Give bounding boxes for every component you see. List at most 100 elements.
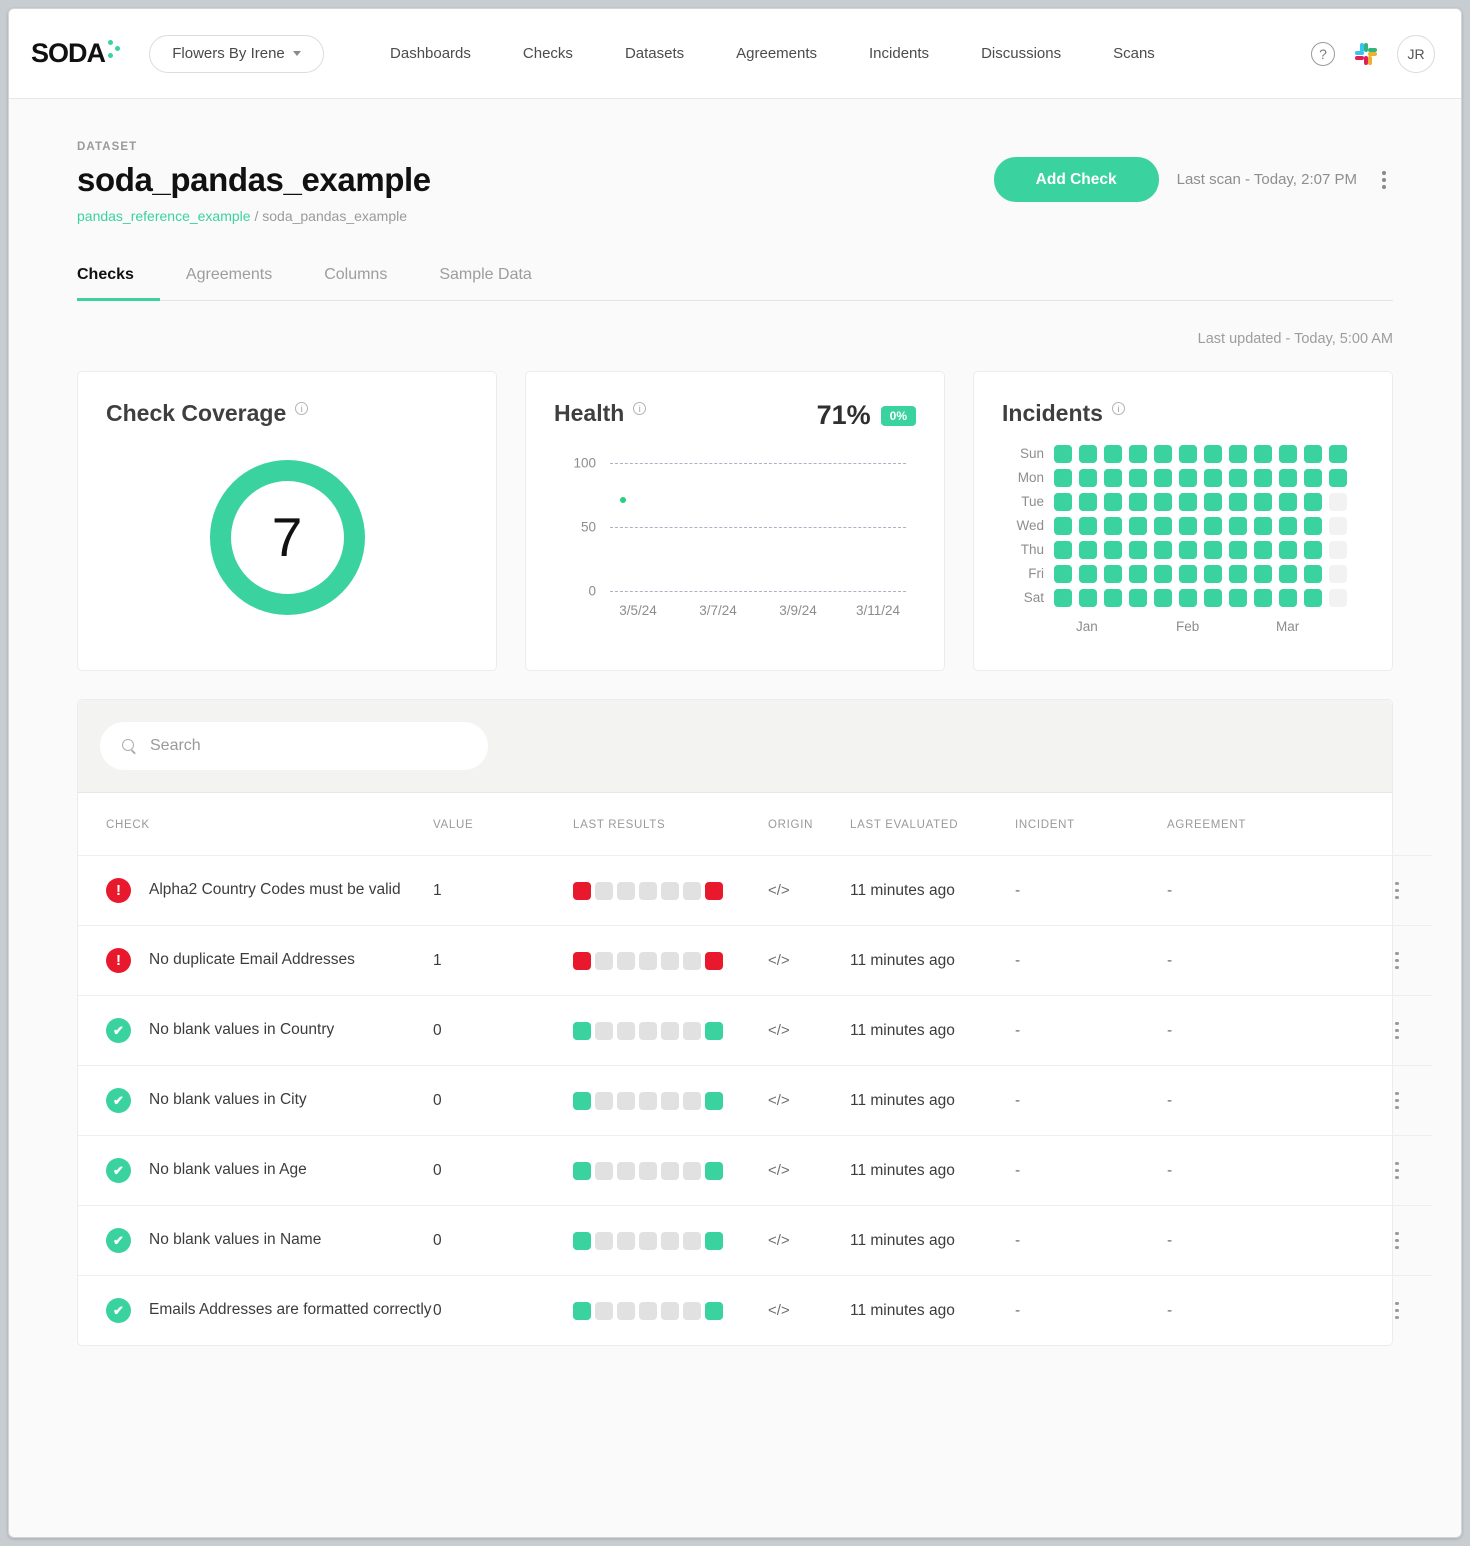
- heatmap-cell[interactable]: [1229, 589, 1247, 607]
- result-square[interactable]: [705, 1092, 723, 1110]
- heatmap-cell[interactable]: [1229, 445, 1247, 463]
- heatmap-cell[interactable]: [1154, 493, 1172, 511]
- heatmap-cell[interactable]: [1054, 445, 1072, 463]
- heatmap-cell[interactable]: [1129, 541, 1147, 559]
- heatmap-cell[interactable]: [1254, 541, 1272, 559]
- heatmap-cell[interactable]: [1254, 469, 1272, 487]
- heatmap-cell[interactable]: [1279, 445, 1297, 463]
- column-header-last-results[interactable]: LAST RESULTS: [573, 793, 768, 856]
- heatmap-cell[interactable]: [1129, 493, 1147, 511]
- row-overflow-menu-icon[interactable]: [1362, 952, 1432, 970]
- heatmap-cell[interactable]: [1104, 565, 1122, 583]
- heatmap-cell[interactable]: [1304, 445, 1322, 463]
- heatmap-cell[interactable]: [1054, 565, 1072, 583]
- result-square[interactable]: [705, 1302, 723, 1320]
- heatmap-cell[interactable]: [1179, 445, 1197, 463]
- result-square[interactable]: [661, 1302, 679, 1320]
- heatmap-cell[interactable]: [1104, 493, 1122, 511]
- slack-icon[interactable]: [1355, 43, 1377, 65]
- result-square[interactable]: [661, 1022, 679, 1040]
- result-square[interactable]: [683, 952, 701, 970]
- heatmap-cell[interactable]: [1104, 517, 1122, 535]
- heatmap-cell[interactable]: [1329, 589, 1347, 607]
- heatmap-cell[interactable]: [1054, 493, 1072, 511]
- row-overflow-menu-icon[interactable]: [1362, 1092, 1432, 1110]
- result-square[interactable]: [705, 1232, 723, 1250]
- result-square[interactable]: [639, 1232, 657, 1250]
- result-square[interactable]: [639, 1162, 657, 1180]
- check-name[interactable]: No blank values in Country: [149, 1019, 334, 1041]
- result-square[interactable]: [595, 1232, 613, 1250]
- result-square[interactable]: [661, 1162, 679, 1180]
- result-square[interactable]: [573, 1092, 591, 1110]
- heatmap-cell[interactable]: [1154, 517, 1172, 535]
- result-square[interactable]: [639, 952, 657, 970]
- heatmap-cell[interactable]: [1329, 541, 1347, 559]
- heatmap-cell[interactable]: [1329, 493, 1347, 511]
- heatmap-cell[interactable]: [1229, 493, 1247, 511]
- heatmap-cell[interactable]: [1229, 517, 1247, 535]
- heatmap-cell[interactable]: [1079, 469, 1097, 487]
- tab-agreements[interactable]: Agreements: [160, 266, 298, 300]
- result-square[interactable]: [639, 1302, 657, 1320]
- heatmap-cell[interactable]: [1304, 517, 1322, 535]
- result-square[interactable]: [617, 1092, 635, 1110]
- check-name[interactable]: No blank values in Name: [149, 1229, 321, 1251]
- result-square[interactable]: [617, 1022, 635, 1040]
- heatmap-cell[interactable]: [1054, 469, 1072, 487]
- code-origin-icon[interactable]: </>: [768, 882, 790, 899]
- result-square[interactable]: [661, 1232, 679, 1250]
- table-row[interactable]: ✔No blank values in Name0</>11 minutes a…: [78, 1206, 1432, 1276]
- nav-link-agreements[interactable]: Agreements: [710, 45, 843, 62]
- row-overflow-menu-icon[interactable]: [1362, 882, 1432, 900]
- result-square[interactable]: [705, 1162, 723, 1180]
- heatmap-cell[interactable]: [1329, 445, 1347, 463]
- column-header-agreement[interactable]: AGREEMENT: [1167, 793, 1362, 856]
- info-icon[interactable]: i: [1112, 402, 1125, 415]
- tab-checks[interactable]: Checks: [77, 266, 160, 301]
- heatmap-cell[interactable]: [1154, 589, 1172, 607]
- heatmap-cell[interactable]: [1279, 541, 1297, 559]
- result-square[interactable]: [639, 1092, 657, 1110]
- result-square[interactable]: [573, 952, 591, 970]
- heatmap-cell[interactable]: [1204, 589, 1222, 607]
- code-origin-icon[interactable]: </>: [768, 1162, 790, 1179]
- heatmap-cell[interactable]: [1229, 469, 1247, 487]
- result-square[interactable]: [705, 882, 723, 900]
- result-square[interactable]: [617, 1302, 635, 1320]
- result-square[interactable]: [639, 882, 657, 900]
- check-name[interactable]: No blank values in Age: [149, 1159, 307, 1181]
- heatmap-cell[interactable]: [1279, 589, 1297, 607]
- heatmap-cell[interactable]: [1254, 565, 1272, 583]
- search-input[interactable]: Search: [100, 722, 488, 770]
- result-square[interactable]: [595, 952, 613, 970]
- check-name[interactable]: No duplicate Email Addresses: [149, 949, 355, 971]
- heatmap-cell[interactable]: [1179, 469, 1197, 487]
- column-header-incident[interactable]: INCIDENT: [1015, 793, 1167, 856]
- result-square[interactable]: [705, 1022, 723, 1040]
- heatmap-cell[interactable]: [1129, 589, 1147, 607]
- heatmap-cell[interactable]: [1179, 493, 1197, 511]
- tab-columns[interactable]: Columns: [298, 266, 413, 300]
- table-row[interactable]: ✔Emails Addresses are formatted correctl…: [78, 1276, 1432, 1346]
- heatmap-cell[interactable]: [1179, 541, 1197, 559]
- heatmap-cell[interactable]: [1104, 445, 1122, 463]
- nav-link-checks[interactable]: Checks: [497, 45, 599, 62]
- table-row[interactable]: !No duplicate Email Addresses1</>11 minu…: [78, 926, 1432, 996]
- result-square[interactable]: [573, 882, 591, 900]
- info-icon[interactable]: i: [295, 402, 308, 415]
- result-square[interactable]: [573, 1162, 591, 1180]
- heatmap-cell[interactable]: [1154, 445, 1172, 463]
- heatmap-cell[interactable]: [1279, 565, 1297, 583]
- heatmap-cell[interactable]: [1229, 565, 1247, 583]
- result-square[interactable]: [683, 882, 701, 900]
- table-row[interactable]: !Alpha2 Country Codes must be valid1</>1…: [78, 856, 1432, 926]
- result-square[interactable]: [617, 952, 635, 970]
- heatmap-cell[interactable]: [1079, 493, 1097, 511]
- check-name[interactable]: Alpha2 Country Codes must be valid: [149, 879, 401, 901]
- table-row[interactable]: ✔No blank values in City0</>11 minutes a…: [78, 1066, 1432, 1136]
- check-name[interactable]: Emails Addresses are formatted correctly: [149, 1299, 432, 1321]
- heatmap-cell[interactable]: [1229, 541, 1247, 559]
- heatmap-cell[interactable]: [1329, 565, 1347, 583]
- heatmap-cell[interactable]: [1254, 589, 1272, 607]
